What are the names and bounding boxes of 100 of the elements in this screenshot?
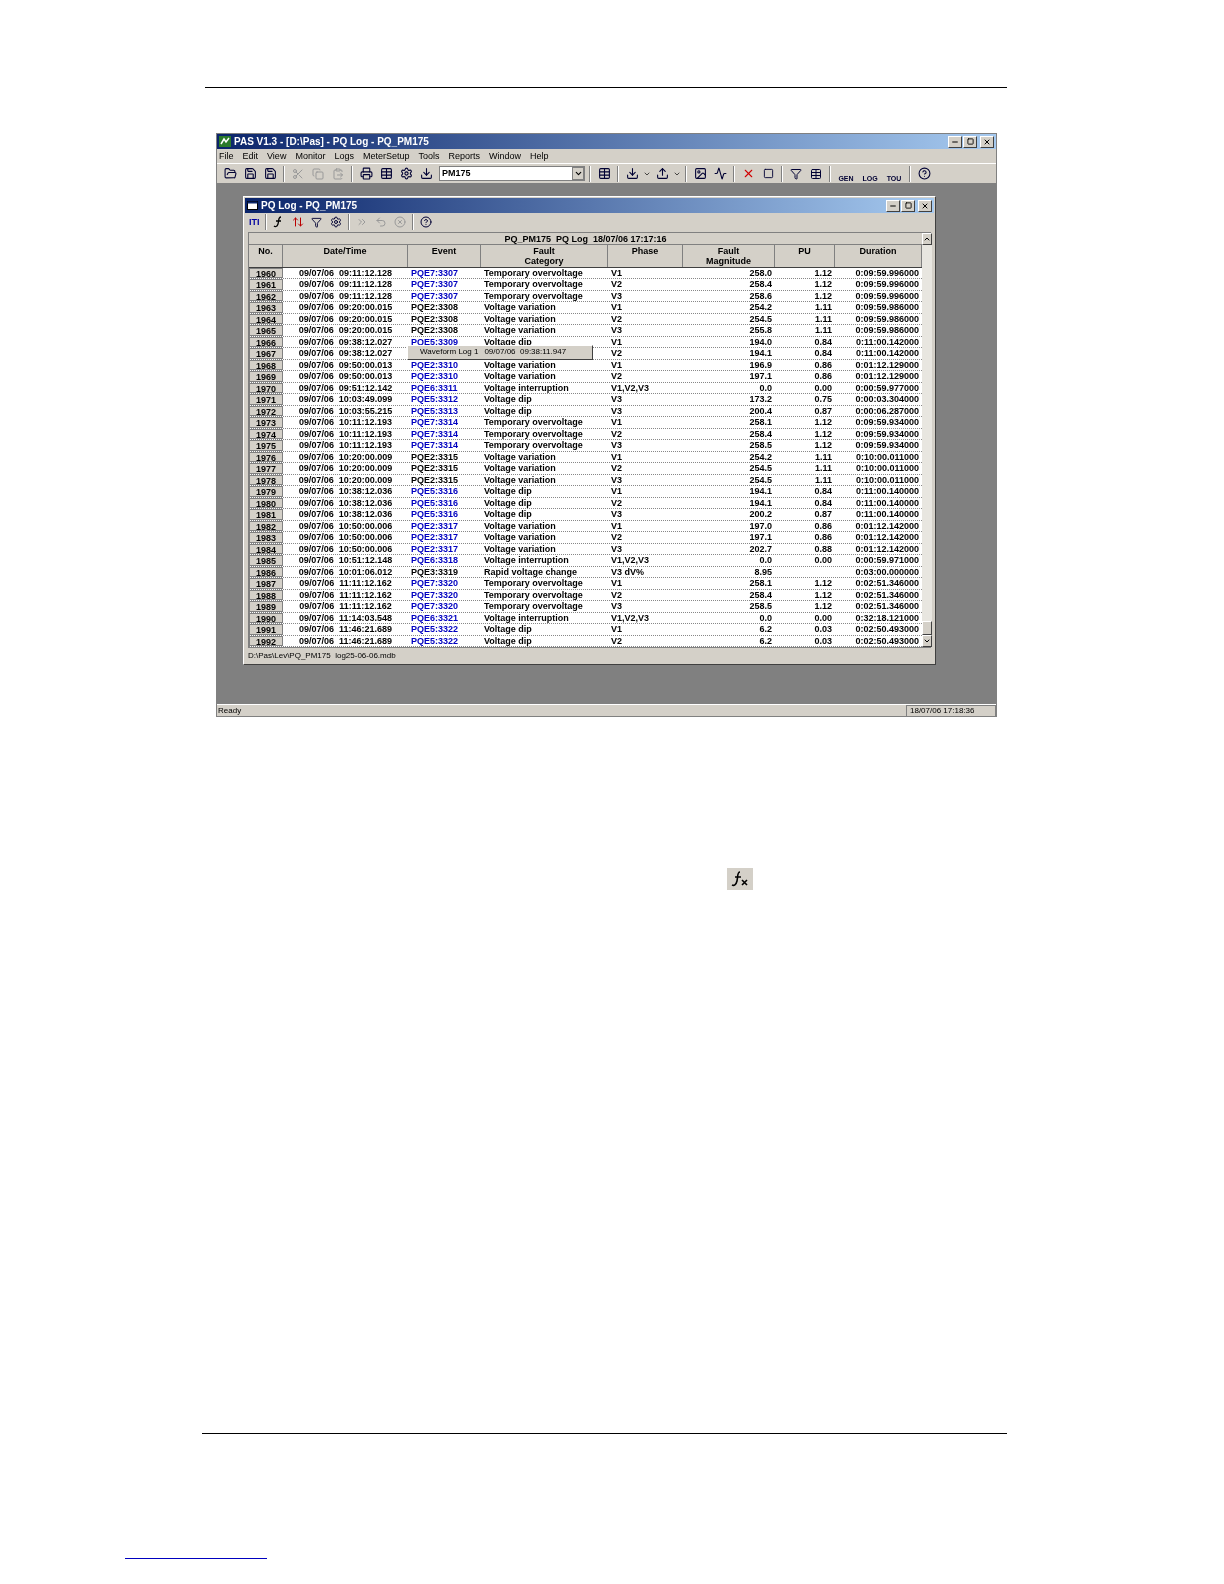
event-link[interactable]: PQE5:3309 (411, 336, 459, 347)
scrollbar[interactable] (922, 232, 932, 648)
row-number[interactable]: 1983 (249, 532, 283, 543)
event-link[interactable]: PQE5:3312 (411, 394, 459, 405)
row-number[interactable]: 1977 (249, 463, 283, 474)
menu-item[interactable]: Tools (418, 150, 440, 162)
row-number[interactable]: 1980 (249, 497, 283, 509)
table-cell: Voltage variation (484, 543, 556, 554)
row-number[interactable]: 1981 (249, 509, 283, 520)
printer-icon[interactable] (357, 164, 375, 183)
column-header[interactable]: Phase (608, 244, 683, 267)
table-cell-text: 0:01:12.142000 (854, 543, 920, 555)
row-number[interactable]: 1986 (249, 566, 283, 578)
event-link[interactable]: PQE5:3313 (411, 405, 459, 416)
column-header[interactable]: PU (775, 244, 835, 267)
row-number[interactable]: 1963 (249, 302, 283, 313)
event-link[interactable]: PQE7:3307 (411, 279, 459, 290)
event-link[interactable]: PQE5:3322 (411, 635, 459, 646)
row-number[interactable]: 1989 (249, 601, 283, 612)
column-header[interactable]: Date/Time (283, 244, 408, 267)
row-number[interactable]: 1979 (249, 486, 283, 497)
row-number[interactable]: 1987 (249, 578, 283, 589)
table-cell-text: 09/07/06 10:11:12.193 (297, 428, 394, 440)
maximize-button[interactable] (963, 135, 977, 148)
close-button[interactable] (980, 135, 994, 148)
minimize-button[interactable] (886, 199, 900, 212)
event-link[interactable]: PQE7:3320 (411, 601, 459, 612)
event-link[interactable]: PQE7:3307 (411, 267, 459, 278)
row-number[interactable]: 1984 (249, 543, 283, 555)
row-number[interactable]: 1966 (249, 336, 283, 348)
event-link[interactable]: PQE5:3316 (411, 497, 459, 508)
event-link[interactable]: PQE7:3314 (411, 428, 459, 439)
row-number[interactable]: 1992 (249, 635, 283, 647)
row-number[interactable]: 1964 (249, 313, 283, 325)
table-cell-text: 194.1 (748, 348, 773, 359)
column-header[interactable]: Fault Magnitude (683, 244, 775, 267)
table-cell-text: 09/07/06 09:51:12.142 (297, 382, 394, 394)
toolbar-button[interactable]: ITI (247, 214, 262, 231)
table-cell: Temporary overvoltage (484, 267, 583, 278)
column-header[interactable]: Fault Category (481, 244, 608, 267)
event-link[interactable]: PQE6:3321 (411, 612, 459, 623)
row-number[interactable]: 1985 (249, 555, 283, 566)
row-number[interactable]: 1975 (249, 440, 283, 451)
row-number[interactable]: 1961 (249, 279, 283, 290)
scroll-thumb[interactable] (922, 621, 932, 636)
event-link[interactable]: PQE2:3317 (411, 520, 459, 531)
menu-item[interactable]: View (267, 150, 287, 162)
menu-item[interactable]: Monitor (295, 150, 326, 162)
maximize-button[interactable] (901, 199, 915, 212)
row-number[interactable]: 1990 (249, 612, 283, 624)
event-link[interactable]: PQE7:3307 (411, 290, 459, 301)
event-link[interactable]: PQE6:3318 (411, 555, 459, 566)
table-cell-text: 0:09:59.934000 (854, 428, 920, 440)
row-number[interactable]: 1991 (249, 624, 283, 635)
table-cell-text: 09/07/06 10:51:12.148 (297, 555, 394, 566)
column-header[interactable]: No. (249, 244, 283, 267)
row-number[interactable]: 1982 (249, 520, 283, 532)
row-number[interactable]: 1962 (249, 290, 283, 302)
menu-item[interactable]: Help (530, 150, 549, 162)
table-cell: Voltage interruption (484, 612, 569, 623)
row-number[interactable]: 1968 (249, 359, 283, 371)
menu-item[interactable]: File (219, 150, 234, 162)
close-button[interactable] (918, 199, 932, 212)
row-number[interactable]: 1970 (249, 382, 283, 394)
menu-item[interactable]: Reports (448, 150, 480, 162)
event-link[interactable]: PQE7:3314 (411, 440, 459, 451)
row-number[interactable]: 1978 (249, 474, 283, 486)
table-cell: Voltage variation (484, 313, 556, 324)
table-cell-text: V3 (610, 405, 623, 417)
row-number[interactable]: 1971 (249, 394, 283, 405)
minimize-button[interactable] (948, 135, 962, 148)
table-cell-text: 0:02:50.493000 (854, 624, 920, 635)
device-select[interactable]: PM175 (439, 166, 585, 181)
event-link[interactable]: PQE7:3320 (411, 589, 459, 600)
event-link[interactable]: PQE2:3310 (411, 371, 459, 382)
event-link[interactable]: PQE2:3317 (411, 543, 459, 554)
row-number[interactable]: 1967 (249, 348, 283, 359)
event-link[interactable]: PQE5:3322 (411, 624, 459, 635)
menu-item[interactable]: Edit (242, 150, 259, 162)
event-link[interactable]: PQE5:3316 (411, 509, 459, 520)
column-header[interactable]: Event (408, 244, 481, 267)
event-link[interactable]: PQE2:3317 (411, 532, 459, 543)
event-link[interactable]: PQE6:3311 (411, 382, 458, 393)
event-link[interactable]: PQE2:3310 (411, 359, 459, 370)
event-link[interactable]: PQE7:3320 (411, 578, 459, 589)
help-icon[interactable] (915, 164, 933, 183)
event-link[interactable]: PQE5:3316 (411, 486, 459, 497)
row-number[interactable]: 1988 (249, 589, 283, 601)
row-number[interactable]: 1969 (249, 371, 283, 382)
row-number[interactable]: 1960 (249, 267, 283, 279)
row-number[interactable]: 1965 (249, 325, 283, 336)
menu-item[interactable]: Window (489, 150, 521, 162)
table-cell: Voltage dip (484, 405, 532, 416)
menu-item[interactable]: Logs (334, 150, 354, 162)
row-number[interactable]: 1972 (249, 405, 283, 417)
menu-item[interactable]: MeterSetup (362, 150, 410, 162)
row-number[interactable]: 1976 (249, 451, 283, 463)
event-link[interactable]: PQE7:3314 (411, 417, 459, 428)
row-number[interactable]: 1973 (249, 417, 283, 428)
row-number[interactable]: 1974 (249, 428, 283, 440)
